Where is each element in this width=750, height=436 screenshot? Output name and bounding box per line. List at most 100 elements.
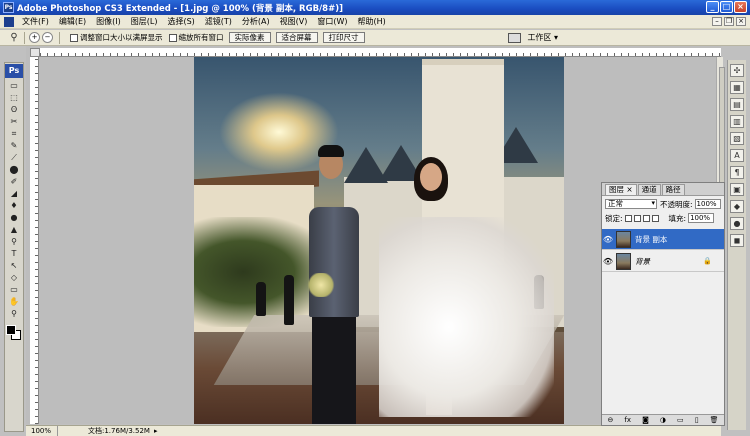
tab-layers[interactable]: 图层 × [605, 184, 637, 195]
info-icon[interactable]: ▤ [730, 98, 744, 111]
layer-style-icon[interactable]: fx [624, 416, 631, 424]
styles-icon[interactable]: ◆ [730, 200, 744, 213]
actions-icon[interactable]: ▧ [730, 132, 744, 145]
dodge-tool-icon[interactable]: ▲ [7, 224, 21, 235]
marquee-tool-icon[interactable]: ⬚ [7, 92, 21, 103]
eraser-tool-icon[interactable]: ◢ [7, 188, 21, 199]
fit-screen-button[interactable]: 适合屏幕 [275, 32, 318, 43]
document-info: 文档:1.76M/3.52M [88, 427, 150, 435]
slice-tool-icon[interactable]: ⌗ [7, 128, 21, 139]
history-brush-icon[interactable]: ✐ [7, 176, 21, 187]
link-layers-icon[interactable]: ⊖ [608, 416, 614, 424]
panel-dock: ✣ ▦ ▤ ▥ ▧ A ¶ ▣ ◆ ● ◼ [727, 60, 746, 430]
fill-input[interactable]: 100% [688, 213, 715, 223]
ruler-origin[interactable] [30, 48, 40, 57]
groom-hair [318, 145, 344, 157]
character-icon[interactable]: A [730, 149, 744, 162]
visibility-eye-icon[interactable]: 👁 [602, 257, 614, 266]
foreground-color-swatch[interactable] [6, 325, 16, 335]
lock-all-icon[interactable] [651, 214, 659, 222]
color-icon[interactable]: ● [730, 217, 744, 230]
tab-channels[interactable]: 通道 [637, 184, 661, 195]
opacity-input[interactable]: 100% [694, 199, 721, 209]
menu-filter[interactable]: 滤镜(T) [200, 16, 237, 27]
menu-view[interactable]: 视图(V) [275, 16, 313, 27]
status-menu-arrow-icon[interactable]: ▸ [154, 427, 158, 435]
history-icon[interactable]: ▥ [730, 115, 744, 128]
layers-panel-tabs: 图层 × 通道 路径 [602, 183, 724, 196]
vertical-ruler[interactable] [30, 57, 39, 424]
print-size-button[interactable]: 打印尺寸 [322, 32, 365, 43]
horizontal-ruler[interactable] [40, 48, 721, 57]
blur-tool-icon[interactable]: ● [7, 212, 21, 223]
crop-tool-icon[interactable]: ✂ [7, 116, 21, 127]
menu-select[interactable]: 选择(S) [162, 16, 199, 27]
notes-tool-icon[interactable]: ▭ [7, 284, 21, 295]
document-window-controls: – ❐ × [712, 17, 746, 26]
brush-tool-icon[interactable]: ⟋ [7, 152, 21, 163]
layers-panel: 图层 × 通道 路径 正常 不透明度: 100% 锁定: 填充: 100% 👁 … [601, 182, 725, 426]
layer-comps-icon[interactable]: ◼ [730, 234, 744, 247]
close-button[interactable]: × [734, 1, 747, 13]
actual-pixels-button[interactable]: 实际像素 [228, 32, 271, 43]
canvas-image[interactable] [194, 57, 564, 424]
pen-tool-icon[interactable]: ⚲ [7, 236, 21, 247]
stamp-tool-icon[interactable]: ⬤ [7, 164, 21, 175]
maximize-button[interactable]: □ [720, 1, 733, 13]
chess-piece [256, 282, 266, 316]
blend-opacity-row: 正常 不透明度: 100% [602, 196, 724, 210]
doc-close-button[interactable]: × [736, 17, 746, 26]
ps-menu-icon[interactable] [4, 16, 14, 27]
resize-windows-checkbox[interactable]: 调整窗口大小以满屏显示 [70, 32, 163, 43]
menu-analysis[interactable]: 分析(A) [237, 16, 275, 27]
fill-label: 填充: [668, 213, 687, 223]
window-controls: _ □ × [706, 1, 747, 13]
layer-name: 背景 [635, 256, 650, 266]
zoom-all-windows-checkbox[interactable]: 缩放所有窗口 [168, 32, 224, 43]
type-tool-icon[interactable]: T [7, 248, 21, 259]
histogram-icon[interactable]: ▦ [730, 81, 744, 94]
menu-image[interactable]: 图像(I) [91, 16, 126, 27]
hand-tool-icon[interactable]: ✋ [7, 296, 21, 307]
navigator-icon[interactable]: ✣ [730, 64, 744, 77]
tab-paths[interactable]: 路径 [661, 184, 685, 195]
move-tool-icon[interactable]: ▭ [7, 80, 21, 91]
doc-restore-button[interactable]: ❐ [724, 17, 734, 26]
color-swatches[interactable] [6, 325, 22, 341]
zoom-in-icon[interactable]: + [29, 32, 40, 43]
workspace-switcher[interactable]: 工作区 ▾ [508, 32, 558, 43]
lock-transparency-icon[interactable] [624, 214, 632, 222]
zoom-field[interactable]: 100% [26, 426, 58, 436]
new-layer-icon[interactable]: ▯ [695, 416, 699, 424]
visibility-eye-icon[interactable]: 👁 [602, 235, 614, 244]
healing-brush-icon[interactable]: ✎ [7, 140, 21, 151]
lock-position-icon[interactable] [642, 214, 650, 222]
chess-piece [284, 275, 294, 325]
delete-layer-icon[interactable]: 🗑 [710, 416, 719, 424]
layer-row-background-copy[interactable]: 👁 背景 副本 [602, 229, 724, 250]
layer-mask-icon[interactable]: ◙ [642, 416, 649, 424]
doc-minimize-button[interactable]: – [712, 17, 722, 26]
menu-file[interactable]: 文件(F) [17, 16, 54, 27]
menu-edit[interactable]: 编辑(E) [54, 16, 91, 27]
paragraph-icon[interactable]: ¶ [730, 166, 744, 179]
shape-tool-icon[interactable]: ◇ [7, 272, 21, 283]
zoom-tool-icon[interactable]: ⚲ [7, 308, 21, 319]
adjustment-layer-icon[interactable]: ◑ [660, 416, 666, 424]
menu-help[interactable]: 帮助(H) [353, 16, 391, 27]
opacity-label: 不透明度: [660, 199, 693, 209]
menu-layer[interactable]: 图层(L) [126, 16, 163, 27]
layer-row-background[interactable]: 👁 背景 🔒 [602, 251, 724, 272]
layer-thumbnail [616, 230, 631, 248]
zoom-icon[interactable]: ⚲ [8, 32, 20, 44]
new-group-icon[interactable]: ▭ [677, 416, 684, 424]
minimize-button[interactable]: _ [706, 1, 719, 13]
blend-mode-select[interactable]: 正常 [605, 199, 657, 209]
zoom-out-icon[interactable]: − [42, 32, 53, 43]
gradient-tool-icon[interactable]: ♦ [7, 200, 21, 211]
lasso-tool-icon[interactable]: ʘ [7, 104, 21, 115]
lock-pixels-icon[interactable] [633, 214, 641, 222]
path-select-icon[interactable]: ↖ [7, 260, 21, 271]
menu-window[interactable]: 窗口(W) [312, 16, 352, 27]
swatches-icon[interactable]: ▣ [730, 183, 744, 196]
